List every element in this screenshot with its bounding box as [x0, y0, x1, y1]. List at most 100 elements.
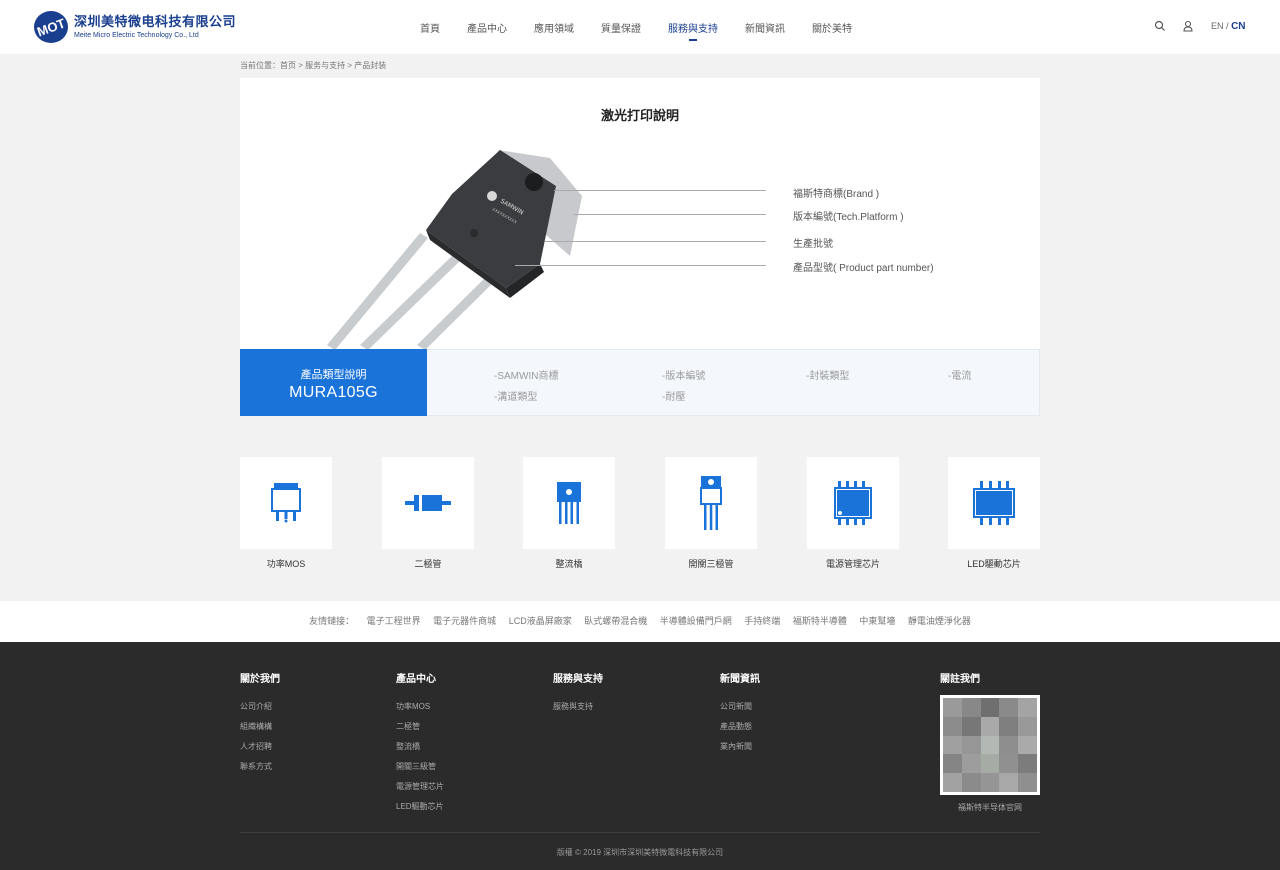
type-item-brand: -SAMWIN商標 [494, 371, 559, 382]
footer-col-about: 關於我們 公司介紹 組織構構 人才招聘 聯系方式 [240, 670, 280, 777]
type-heading-panel: 產品類型說明 MURA105G [240, 349, 427, 416]
footer-link[interactable]: 公司新聞 [720, 697, 760, 717]
led-driver-ic-icon [973, 481, 1015, 525]
footer-link[interactable]: 開關三級管 [396, 757, 444, 777]
qr-code-image [943, 698, 1037, 792]
qr-code [940, 695, 1040, 795]
lang-separator: / [1226, 21, 1229, 31]
type-heading: 產品類型說明 [300, 369, 367, 381]
user-icon[interactable] [1182, 20, 1194, 32]
friend-link[interactable]: 福斯特半導體 [793, 616, 847, 626]
category-label: 電源管理芯片 [825, 559, 880, 569]
category-label: 開關三極管 [688, 559, 734, 569]
logo-en-text: Meite Micro Electric Technology Co., Ltd [74, 31, 199, 39]
footer-heading: 產品中心 [396, 674, 436, 685]
main-nav: 首頁 產品中心 應用領域 質量保證 服務與支持 新聞資訊 關於美特 [420, 0, 879, 54]
power-ic-icon [834, 481, 872, 525]
footer-link[interactable]: 整流橋 [396, 737, 444, 757]
footer-link[interactable]: 人才招聘 [240, 737, 280, 757]
footer-heading: 關於我們 [240, 674, 280, 685]
footer-heading: 關註我們 [940, 674, 980, 685]
footer-link[interactable]: 業內新聞 [720, 737, 760, 757]
to3p-chip-illustration: SAMWIN XXXXXXXXXX [327, 150, 582, 350]
category-led-driver-ic[interactable]: LED驅動芯片 [948, 457, 1040, 570]
footer-link[interactable]: 聯系方式 [240, 757, 280, 777]
friend-link[interactable]: 手持終端 [744, 616, 780, 626]
label-tech-platform: 版本編號(Tech.Platform ) [793, 212, 904, 223]
nav-about[interactable]: 關於美特 [812, 20, 852, 35]
footer-link[interactable]: 二極管 [396, 717, 444, 737]
laser-print-card: 激光打印說明 SAMWIN XXXXXXXXXX 福斯特商標(Brand ) 版… [240, 78, 1040, 350]
nav-news[interactable]: 新聞資訊 [745, 20, 785, 35]
friend-link[interactable]: 中東幫墻 [859, 616, 895, 626]
links-label: 友情鏈接： [309, 616, 355, 626]
friend-link[interactable]: LCD液晶屏廠家 [509, 616, 572, 626]
category-rectifier-bridge[interactable]: 整流橋 [523, 457, 615, 570]
lang-en[interactable]: EN [1211, 21, 1224, 31]
breadcrumb[interactable]: 当前位置：首页 > 服务与支持 > 产品封装 [240, 60, 386, 71]
type-item-voltage: -耐壓 [662, 392, 686, 403]
leader-line-brand [554, 190, 766, 191]
category-label: 功率MOS [266, 559, 306, 569]
type-item-package: -封裝類型 [806, 371, 850, 382]
footer-link[interactable]: 組織構構 [240, 717, 280, 737]
category-power-management-ic[interactable]: 電源管理芯片 [807, 457, 899, 570]
copyright: 版權 © 2019 深圳市深圳美特微電科技有限公司 [556, 848, 724, 857]
label-part-number: 產品型號( Product part number) [793, 263, 934, 274]
category-label: 整流橋 [555, 559, 583, 569]
logo[interactable]: MOT 深圳美特微电科技有限公司 Meite Micro Electric Te… [32, 9, 236, 45]
footer-link[interactable]: 電源管理芯片 [396, 777, 444, 797]
type-item-channel: -溝道類型 [494, 392, 538, 403]
type-item-current: -電流 [948, 371, 972, 382]
nav-products[interactable]: 產品中心 [467, 20, 507, 35]
nav-service[interactable]: 服務與支持 [668, 20, 718, 41]
category-label: 二極管 [414, 559, 442, 569]
type-item-version: -版本編號 [662, 371, 706, 382]
footer-col-follow: 關註我們 [940, 670, 980, 697]
rectifier-bridge-icon [557, 482, 581, 524]
footer-link[interactable]: 產品動態 [720, 717, 760, 737]
friend-link[interactable]: 臥式螺帶混合機 [584, 616, 647, 626]
language-switch: EN / CN [1211, 21, 1246, 32]
footer-link[interactable]: LED驅動芯片 [396, 797, 444, 817]
nav-applications[interactable]: 應用領域 [534, 20, 574, 35]
friend-link[interactable]: 半導體設備門戶網 [660, 616, 732, 626]
leader-line-batch [545, 241, 766, 242]
leader-line-part [515, 265, 766, 266]
label-batch-number: 生產批號 [793, 239, 833, 250]
site-header: MOT 深圳美特微电科技有限公司 Meite Micro Electric Te… [0, 0, 1280, 54]
switch-transistor-icon [700, 476, 722, 530]
type-explanation-band: 產品類型說明 MURA105G -SAMWIN商標 -版本編號 -封裝類型 -電… [240, 349, 1040, 416]
footer-link[interactable]: 服務與支持 [553, 697, 603, 717]
footer-col-service: 服務與支持 服務與支持 [553, 670, 603, 717]
lang-cn[interactable]: CN [1231, 21, 1245, 32]
footer-heading: 服務與支持 [553, 674, 603, 685]
diode-icon [405, 495, 451, 511]
footer-divider [240, 832, 1040, 833]
logo-cn-text: 深圳美特微电科技有限公司 [74, 13, 237, 29]
friend-link[interactable]: 電子工程世界 [367, 616, 421, 626]
search-icon[interactable] [1154, 20, 1166, 32]
footer-heading: 新聞資訊 [720, 674, 760, 685]
footer-link[interactable]: 公司介紹 [240, 697, 280, 717]
label-brand: 福斯特商標(Brand ) [793, 189, 880, 200]
page-title: 激光打印說明 [600, 108, 679, 123]
qr-caption: 福斯特半导体官网 [958, 803, 1022, 812]
site-footer: 關於我們 公司介紹 組織構構 人才招聘 聯系方式 產品中心 功率MOS 二極管 … [0, 642, 1280, 870]
leader-line-platform [574, 214, 766, 215]
footer-col-products: 產品中心 功率MOS 二極管 整流橋 開關三級管 電源管理芯片 LED驅動芯片 [396, 670, 444, 817]
friend-link[interactable]: 電子元器件商城 [433, 616, 496, 626]
nav-home[interactable]: 首頁 [420, 20, 440, 35]
nav-quality[interactable]: 質量保證 [601, 20, 641, 35]
category-diode[interactable]: 二極管 [382, 457, 474, 570]
category-power-mos[interactable]: 功率MOS [240, 457, 332, 570]
friendly-links: 友情鏈接： 電子工程世界 電子元器件商城 LCD液晶屏廠家 臥式螺帶混合機 半導… [0, 601, 1280, 642]
logo-icon: MOT [34, 11, 68, 43]
friend-link[interactable]: 靜電油煙淨化器 [908, 616, 971, 626]
category-switch-transistor[interactable]: 開關三極管 [665, 457, 757, 570]
category-label: LED驅動芯片 [967, 559, 1021, 569]
model-number: MURA105G [289, 384, 378, 401]
footer-col-news: 新聞資訊 公司新聞 產品動態 業內新聞 [720, 670, 760, 757]
power-mos-icon [271, 483, 301, 523]
footer-link[interactable]: 功率MOS [396, 697, 444, 717]
